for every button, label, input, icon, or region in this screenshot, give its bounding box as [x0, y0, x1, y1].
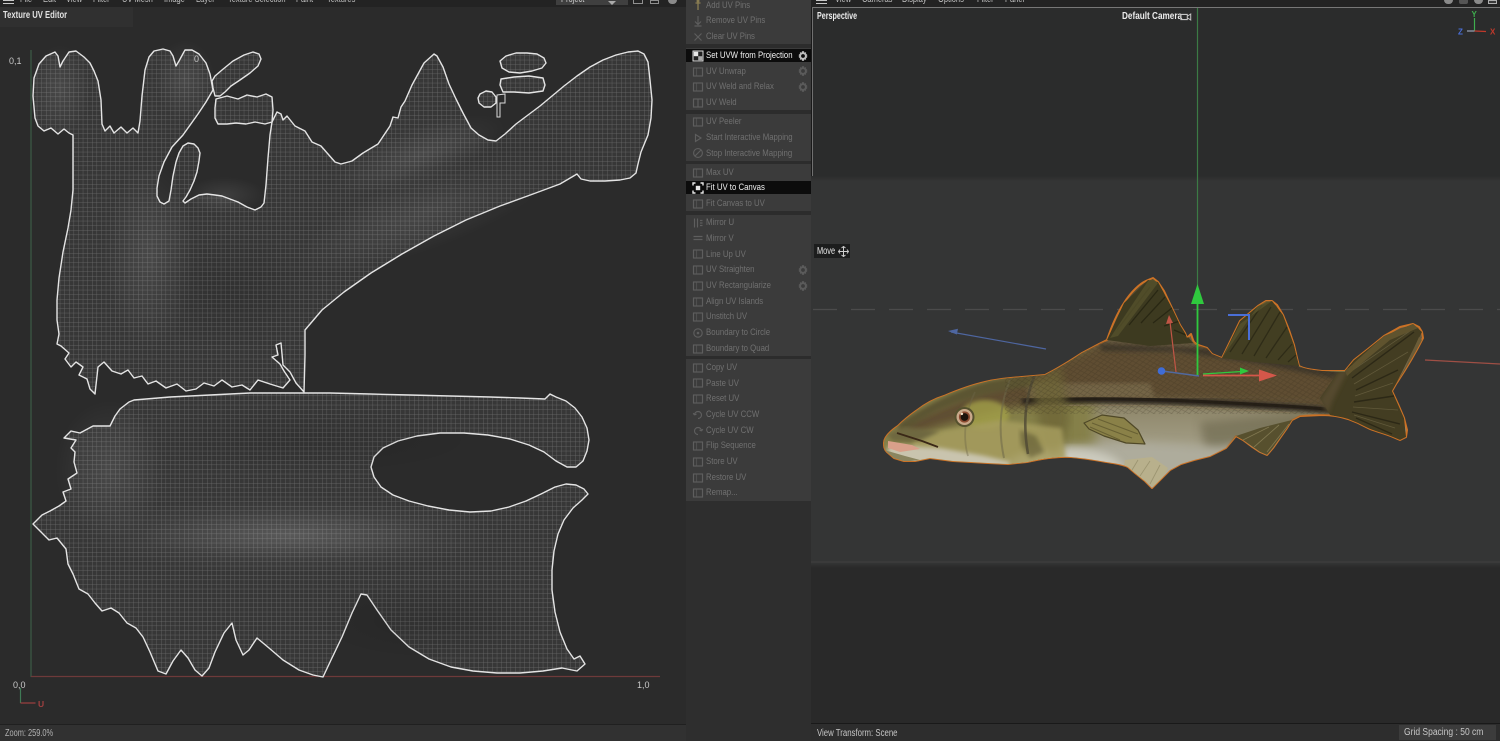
svg-text:Z: Z — [1458, 28, 1463, 37]
svg-text:0,0: 0,0 — [13, 680, 26, 690]
svg-text:0: 0 — [194, 54, 199, 64]
svg-text:Y: Y — [1472, 10, 1478, 19]
svg-text:1,0: 1,0 — [637, 680, 650, 690]
svg-text:X: X — [1490, 28, 1496, 37]
svg-text:0,1: 0,1 — [9, 56, 22, 66]
svg-text:U: U — [38, 699, 44, 709]
